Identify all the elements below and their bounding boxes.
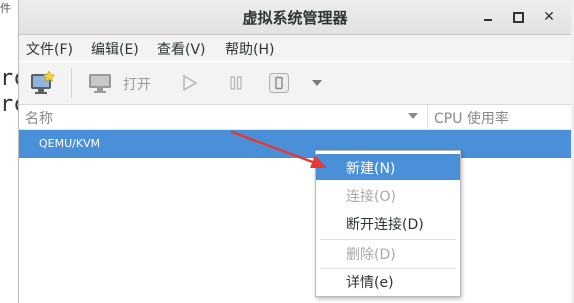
monitor-icon: [89, 74, 111, 93]
pause-button[interactable]: [225, 72, 247, 94]
new-vm-icon: [31, 71, 56, 94]
open-label[interactable]: 打开: [123, 74, 151, 94]
title-bar[interactable]: 虚拟系统管理器 ✕: [19, 0, 571, 35]
context-item-delete: 删除(D): [316, 240, 460, 266]
connection-row[interactable]: QEMU/KVM: [19, 130, 571, 158]
open-button[interactable]: [87, 70, 113, 96]
toolbar: 打开: [19, 62, 571, 105]
context-menu: 新建(N) 连接(O) 断开连接(D) 删除(D) 详情(e): [315, 150, 461, 297]
virt-manager-window: 虚拟系统管理器 ✕ 文件(F) 编辑(E) 查看(V) 帮助(H) 打开 名称 …: [18, 0, 571, 303]
shutdown-button[interactable]: [267, 70, 291, 96]
column-name-header[interactable]: 名称: [25, 108, 53, 128]
context-item-label: 连接(O): [346, 189, 396, 205]
context-item-details[interactable]: 详情(e): [316, 268, 460, 294]
maximize-icon: [512, 11, 524, 23]
close-button[interactable]: ✕: [540, 8, 558, 26]
menu-file[interactable]: 文件(F): [26, 39, 73, 59]
context-item-label: 新建(N): [346, 161, 396, 177]
play-icon: [183, 74, 198, 92]
list-header: 名称 CPU 使用率: [19, 105, 571, 130]
background-menu-text: 件: [0, 2, 11, 15]
menu-view[interactable]: 查看(V): [157, 39, 206, 59]
menu-bar: 文件(F) 编辑(E) 查看(V) 帮助(H): [19, 35, 571, 61]
column-divider[interactable]: [427, 105, 428, 129]
toolbar-separator: [71, 68, 72, 98]
run-button[interactable]: [179, 72, 201, 94]
shutdown-icon: [269, 73, 289, 93]
close-icon: ✕: [543, 9, 555, 25]
background-window: 件 rc rc: [0, 0, 27, 303]
minimize-button[interactable]: [479, 8, 497, 26]
menu-help[interactable]: 帮助(H): [225, 39, 274, 59]
context-item-connect: 连接(O): [316, 182, 460, 208]
context-item-label: 详情(e): [346, 275, 394, 291]
context-item-label: 断开连接(D): [346, 217, 424, 233]
context-item-disconnect[interactable]: 断开连接(D): [316, 210, 460, 236]
menu-edit[interactable]: 编辑(E): [91, 39, 139, 59]
context-item-new[interactable]: 新建(N): [316, 154, 460, 180]
column-cpu-header[interactable]: CPU 使用率: [434, 108, 509, 128]
connection-name: QEMU/KVM: [39, 137, 101, 150]
chevron-down-icon: [312, 80, 322, 86]
minimize-icon: [484, 19, 492, 21]
shutdown-dropdown-button[interactable]: [309, 76, 325, 90]
pause-icon: [230, 76, 242, 90]
sort-arrow-icon[interactable]: [408, 113, 418, 119]
context-item-label: 删除(D): [346, 247, 396, 263]
new-vm-button[interactable]: [29, 69, 57, 97]
maximize-button[interactable]: [509, 8, 527, 26]
